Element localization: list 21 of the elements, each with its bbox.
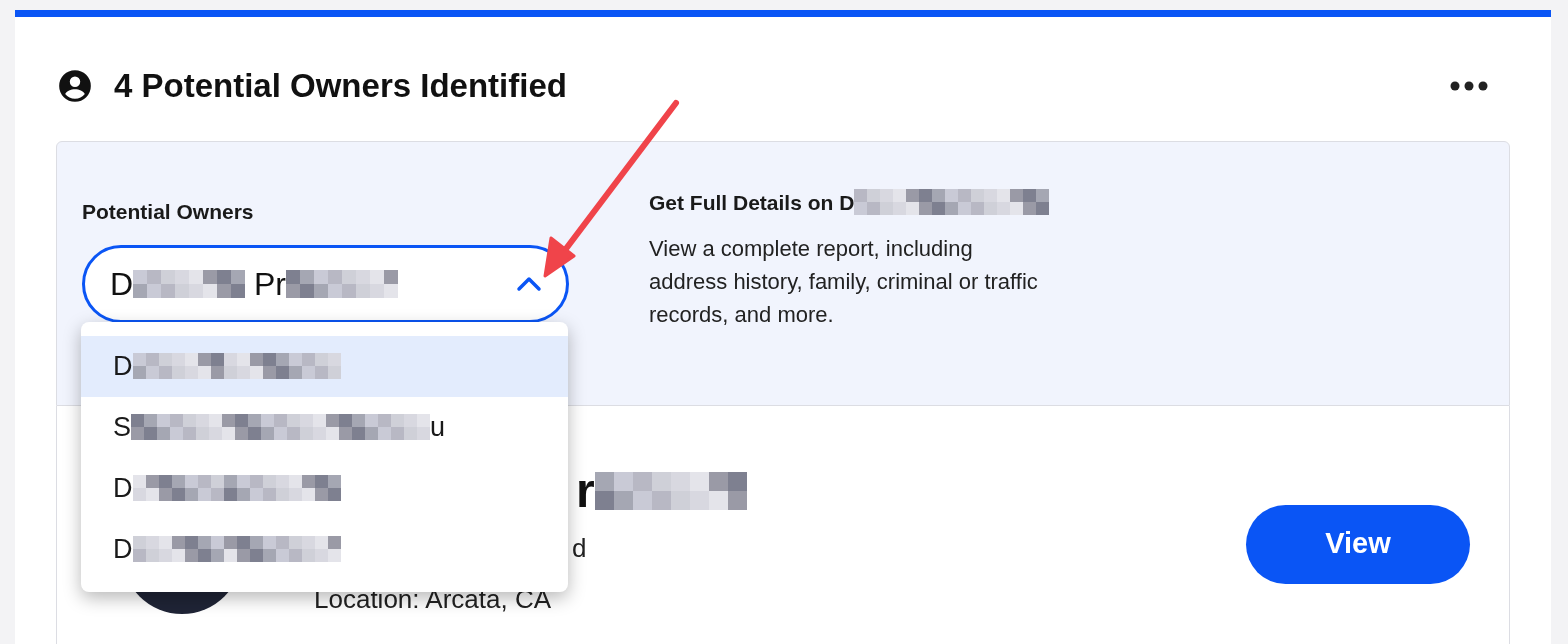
name-text: Get Full Details on D — [649, 189, 855, 216]
dropdown-option[interactable]: D — [81, 457, 568, 519]
view-button[interactable]: View — [1246, 504, 1470, 584]
name-text: D — [113, 471, 133, 505]
dropdown-option[interactable]: D — [81, 518, 568, 580]
promo-description: View a complete report, including address history, family, criminal or traffic records, and more. — [649, 235, 1039, 329]
name-text: D — [113, 532, 133, 566]
chevron-up-icon — [516, 276, 542, 292]
dropdown-option[interactable]: D — [81, 335, 568, 397]
owner-select[interactable]: D Pr — [82, 245, 569, 323]
name-text: Pr — [253, 265, 286, 304]
name-text: r — [576, 462, 595, 519]
name-text: D — [113, 349, 133, 383]
card-title: 4 Potential Owners Identified — [114, 66, 567, 106]
name-text: D — [110, 265, 134, 304]
field-label: Potential Owners — [82, 198, 255, 225]
owner-detail: d — [572, 531, 587, 565]
more-icon[interactable] — [1450, 80, 1488, 91]
dropdown-option[interactable]: S u — [81, 396, 568, 458]
name-text: S — [113, 410, 131, 444]
name-text: u — [430, 410, 446, 444]
